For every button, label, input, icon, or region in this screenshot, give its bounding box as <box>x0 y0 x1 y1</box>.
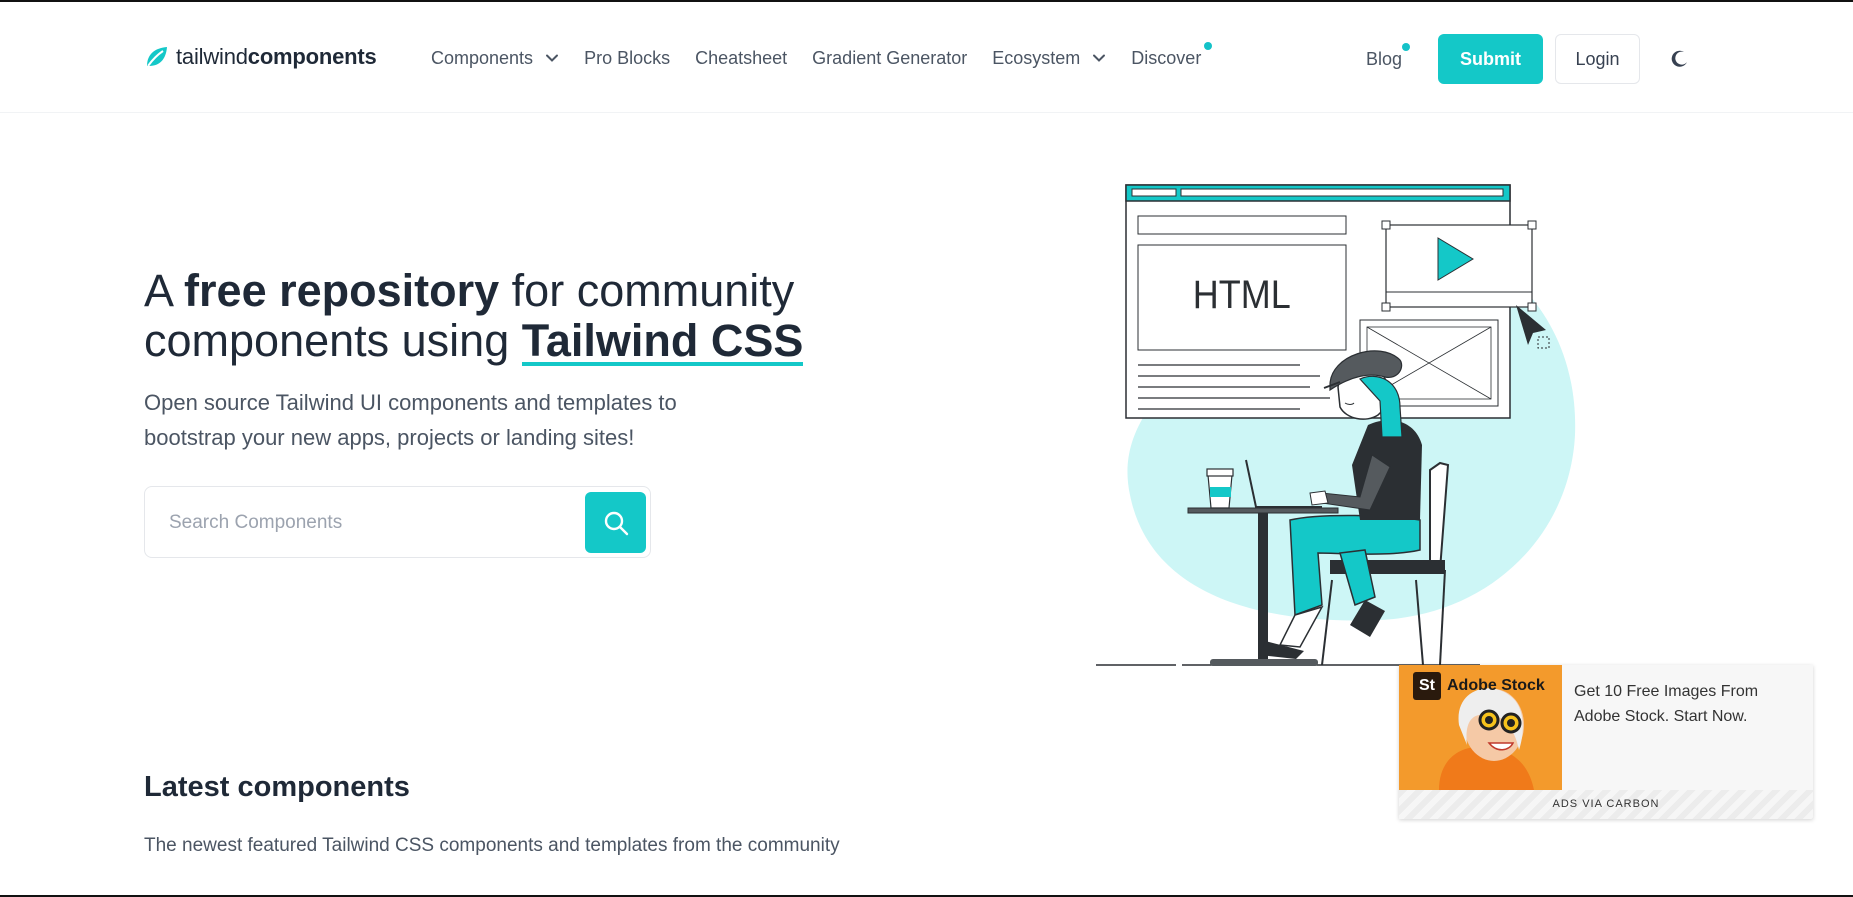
tailwind-css-highlight: Tailwind CSS <box>521 315 804 366</box>
adobe-stock-logo: St Adobe Stock <box>1413 672 1545 700</box>
adobe-stock-name: Adobe Stock <box>1447 677 1545 694</box>
site-logo[interactable]: tailwindcomponents <box>144 42 377 72</box>
leaf-icon <box>147 47 167 67</box>
nav-cheatsheet-label: Cheatsheet <box>695 47 788 68</box>
nav-blog-label: Blog <box>1366 48 1403 69</box>
hero-title: A free repository for community componen… <box>144 265 804 366</box>
search-box <box>144 486 651 558</box>
main-nav: Components Pro Blocks Cheatsheet Gradien… <box>431 41 1226 70</box>
nav-discover[interactable]: Discover <box>1131 41 1213 69</box>
nav-gradient-generator-label: Gradient Generator <box>812 47 968 68</box>
search-input[interactable] <box>169 507 569 539</box>
chevron-down-icon <box>546 54 559 62</box>
nav-ecosystem-label: Ecosystem <box>992 47 1081 68</box>
new-badge-dot <box>1402 42 1411 51</box>
latest-components-subtitle: The newest featured Tailwind CSS compone… <box>144 835 840 856</box>
html-label: HTML <box>1193 273 1291 317</box>
nav-cheatsheet[interactable]: Cheatsheet <box>695 48 787 69</box>
submit-button[interactable]: Submit <box>1438 34 1544 84</box>
nav-components[interactable]: Components <box>431 48 559 69</box>
chevron-down-icon <box>1093 54 1106 62</box>
site-header: tailwindcomponents Components Pro Blocks… <box>0 2 1853 113</box>
carbon-ad[interactable]: St Adobe Stock Get 10 Free Images From A… <box>1399 665 1813 819</box>
hero-illustration: HTML <box>1096 184 1576 666</box>
hero-subtitle: Open source Tailwind UI components and t… <box>144 390 677 450</box>
ad-image[interactable]: St Adobe Stock <box>1399 665 1562 790</box>
login-button[interactable]: Login <box>1555 34 1641 84</box>
nav-blog[interactable]: Blog <box>1366 42 1411 70</box>
latest-components-title: Latest components <box>144 771 410 803</box>
adobe-stock-mark: St <box>1413 672 1441 700</box>
header-actions: Blog Submit Login <box>1366 34 1641 84</box>
search-button[interactable] <box>585 492 646 553</box>
ads-via-carbon-link[interactable]: ADS VIA CARBON <box>1399 790 1813 819</box>
ad-text[interactable]: Get 10 Free Images From Adobe Stock. Sta… <box>1574 679 1804 729</box>
new-badge-dot <box>1204 41 1213 50</box>
logo-text: tailwindcomponents <box>176 44 377 69</box>
nav-pro-blocks-label: Pro Blocks <box>584 47 671 68</box>
dark-mode-toggle-icon[interactable] <box>1670 49 1690 69</box>
nav-ecosystem[interactable]: Ecosystem <box>992 48 1106 69</box>
nav-discover-label: Discover <box>1131 47 1202 68</box>
nav-gradient-generator[interactable]: Gradient Generator <box>812 48 967 69</box>
nav-components-label: Components <box>431 47 534 68</box>
search-icon <box>604 511 628 535</box>
nav-pro-blocks[interactable]: Pro Blocks <box>584 48 670 69</box>
